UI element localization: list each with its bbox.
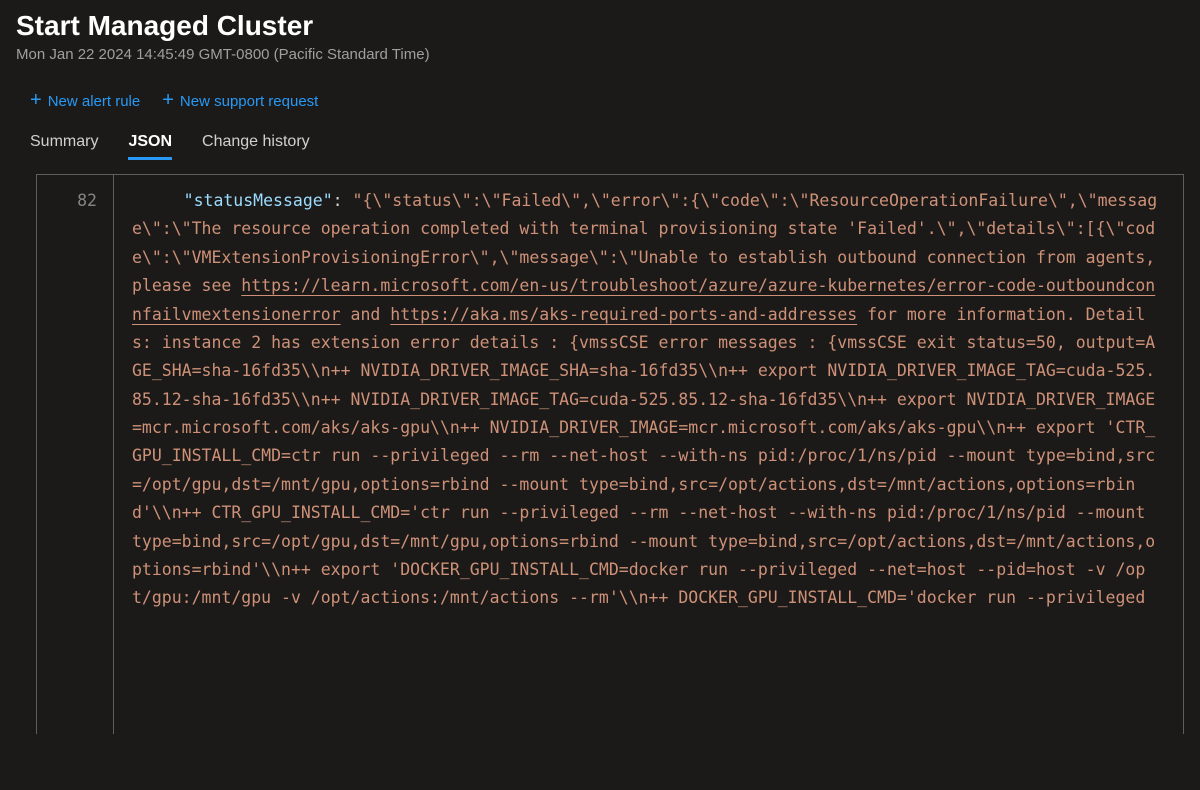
- new-alert-rule-label: New alert rule: [48, 93, 141, 110]
- toolbar: + New alert rule + New support request: [16, 91, 1184, 111]
- json-content[interactable]: "statusMessage": "{\"status\":\"Failed\"…: [114, 175, 1183, 734]
- new-support-request-button[interactable]: + New support request: [162, 91, 318, 111]
- json-string-part-3: for more information. Details: instance …: [132, 305, 1155, 608]
- tab-change-history[interactable]: Change history: [202, 133, 310, 160]
- line-number-gutter: 82: [37, 175, 113, 734]
- plus-icon: +: [162, 90, 174, 110]
- page-title: Start Managed Cluster: [16, 10, 1184, 42]
- tabs: Summary JSON Change history: [16, 133, 1184, 160]
- plus-icon: +: [30, 90, 42, 110]
- line-number: 82: [37, 187, 97, 215]
- aks-ports-link[interactable]: https://aka.ms/aks-required-ports-and-ad…: [390, 305, 857, 324]
- json-colon: :: [333, 191, 353, 210]
- json-key-statusMessage: "statusMessage": [184, 191, 333, 210]
- new-alert-rule-button[interactable]: + New alert rule: [30, 91, 140, 111]
- tab-summary[interactable]: Summary: [30, 133, 98, 160]
- tab-json[interactable]: JSON: [128, 133, 172, 160]
- page-timestamp: Mon Jan 22 2024 14:45:49 GMT-0800 (Pacif…: [16, 46, 1184, 63]
- json-string-part-2: and: [341, 305, 391, 324]
- new-support-request-label: New support request: [180, 93, 318, 110]
- json-viewer[interactable]: 82 "statusMessage": "{\"status\":\"Faile…: [36, 174, 1184, 734]
